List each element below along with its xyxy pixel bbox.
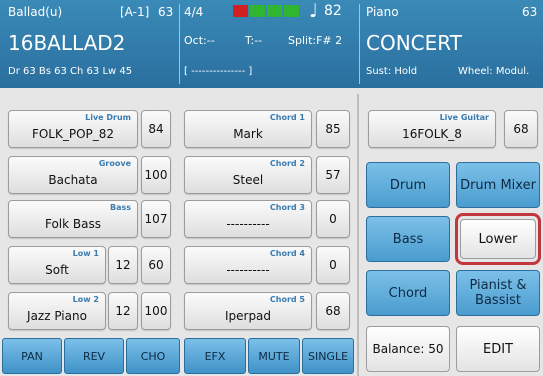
pad-live-drum-value[interactable]: 84 bbox=[141, 110, 171, 148]
beat-light-3 bbox=[267, 5, 282, 17]
pad-label: Steel bbox=[232, 173, 264, 187]
drum-button[interactable]: Drum bbox=[366, 162, 450, 208]
pad-tag: Chord 2 bbox=[269, 159, 305, 168]
beat-light-2 bbox=[250, 5, 265, 17]
pad-label: Iperpad bbox=[224, 309, 272, 323]
tempo-value: 82 bbox=[324, 3, 342, 19]
style-levels: Dr 63 Bs 63 Ch 63 Lw 45 bbox=[8, 66, 133, 77]
header-divider bbox=[359, 4, 360, 84]
sustain-mode: Sust: Hold bbox=[366, 66, 418, 77]
chord-button[interactable]: Chord bbox=[366, 270, 450, 316]
beat-indicator bbox=[233, 5, 299, 17]
pad-tag: Low 1 bbox=[72, 249, 99, 258]
pad-label: Mark bbox=[233, 127, 263, 141]
pad-tag: Low 2 bbox=[72, 295, 99, 304]
balance-button[interactable]: Balance: 50 bbox=[366, 326, 450, 372]
lyrics-bar: [ --------------- ] bbox=[184, 66, 253, 77]
drum-mixer-button[interactable]: Drum Mixer bbox=[456, 162, 540, 208]
chorus-button[interactable]: CHO bbox=[126, 338, 180, 374]
pad-chord-3-value[interactable]: 0 bbox=[316, 200, 350, 238]
pad-tag: Groove bbox=[98, 159, 131, 168]
split-value: Split:F# 2 bbox=[288, 34, 343, 47]
style-slot: [A-1] bbox=[120, 5, 150, 19]
pad-chord-2-value[interactable]: 57 bbox=[316, 156, 350, 194]
voice-value: 63 bbox=[522, 5, 538, 19]
header-bar: Ballad(u) [A-1] 63 16BALLAD2 Dr 63 Bs 63… bbox=[0, 0, 543, 88]
mute-button[interactable]: MUTE bbox=[248, 338, 300, 374]
pad-chord-4[interactable]: Chord 4 ---------- bbox=[184, 246, 312, 284]
pad-bass-value[interactable]: 107 bbox=[141, 200, 171, 238]
pad-chord-5[interactable]: Chord 5 Iperpad bbox=[184, 292, 312, 330]
pad-tag: Live Drum bbox=[85, 113, 131, 122]
pianist-bassist-button[interactable]: Pianist & Bassist bbox=[456, 270, 540, 316]
style-big-name[interactable]: 16BALLAD2 bbox=[8, 31, 125, 55]
single-button[interactable]: SINGLE bbox=[302, 338, 354, 374]
reverb-button[interactable]: REV bbox=[64, 338, 124, 374]
pad-groove[interactable]: Groove Bachata bbox=[8, 156, 138, 194]
pad-chord-4-value[interactable]: 0 bbox=[316, 246, 350, 284]
pad-low1-aux[interactable]: 12 bbox=[108, 246, 138, 284]
pad-chord-5-value[interactable]: 68 bbox=[316, 292, 350, 330]
pad-label: Bachata bbox=[48, 173, 98, 187]
pad-live-guitar[interactable]: Live Guitar 16FOLK_8 bbox=[368, 110, 496, 148]
header-divider bbox=[179, 4, 180, 84]
octave-value: Oct:-- bbox=[184, 34, 215, 47]
pad-chord-3[interactable]: Chord 3 ---------- bbox=[184, 200, 312, 238]
pad-label: Soft bbox=[45, 263, 69, 277]
edit-button[interactable]: EDIT bbox=[456, 326, 540, 372]
pad-chord-2[interactable]: Chord 2 Steel bbox=[184, 156, 312, 194]
quarter-note-icon: ♩ bbox=[309, 0, 318, 22]
beat-light-1 bbox=[233, 5, 248, 17]
pad-tag: Chord 1 bbox=[269, 113, 305, 122]
pad-tag: Chord 3 bbox=[269, 203, 305, 212]
time-signature: 4/4 bbox=[184, 5, 204, 19]
bass-button[interactable]: Bass bbox=[366, 216, 450, 262]
pad-low2-value[interactable]: 100 bbox=[141, 292, 171, 330]
pad-low2-aux[interactable]: 12 bbox=[108, 292, 138, 330]
pad-live-drum[interactable]: Live Drum FOLK_POP_82 bbox=[8, 110, 138, 148]
pad-chord-1[interactable]: Chord 1 Mark bbox=[184, 110, 312, 148]
pad-low1-value[interactable]: 60 bbox=[141, 246, 171, 284]
pad-chord-1-value[interactable]: 85 bbox=[316, 110, 350, 148]
pad-low1[interactable]: Low 1 Soft bbox=[8, 246, 106, 284]
pad-label: Jazz Piano bbox=[27, 309, 87, 323]
pad-tag: Chord 5 bbox=[269, 295, 305, 304]
voice-name: Piano bbox=[366, 5, 399, 19]
beat-light-4 bbox=[284, 5, 299, 17]
pad-bass[interactable]: Bass Folk Bass bbox=[8, 200, 138, 238]
wheel-mode: Wheel: Modul. bbox=[458, 66, 530, 77]
lower-button-highlight bbox=[455, 213, 541, 265]
pad-label: ---------- bbox=[226, 263, 270, 277]
pad-tag: Bass bbox=[109, 203, 131, 212]
transpose-value: T:-- bbox=[245, 34, 263, 47]
pad-tag: Live Guitar bbox=[439, 113, 489, 122]
style-value: 63 bbox=[158, 5, 174, 19]
pad-low2[interactable]: Low 2 Jazz Piano bbox=[8, 292, 106, 330]
effects-button[interactable]: EFX bbox=[184, 338, 246, 374]
style-name: Ballad(u) bbox=[8, 5, 63, 19]
voice-big-name[interactable]: CONCERT bbox=[366, 31, 462, 55]
pad-groove-value[interactable]: 100 bbox=[141, 156, 171, 194]
pad-label: 16FOLK_8 bbox=[402, 127, 462, 141]
pad-label: ---------- bbox=[226, 217, 270, 231]
pad-tag: Chord 4 bbox=[269, 249, 305, 258]
pad-label: FOLK_POP_82 bbox=[31, 127, 115, 141]
pad-label: Folk Bass bbox=[44, 217, 101, 231]
pan-button[interactable]: PAN bbox=[2, 338, 62, 374]
pad-live-guitar-value[interactable]: 68 bbox=[504, 110, 538, 148]
panel-divider bbox=[357, 94, 359, 376]
